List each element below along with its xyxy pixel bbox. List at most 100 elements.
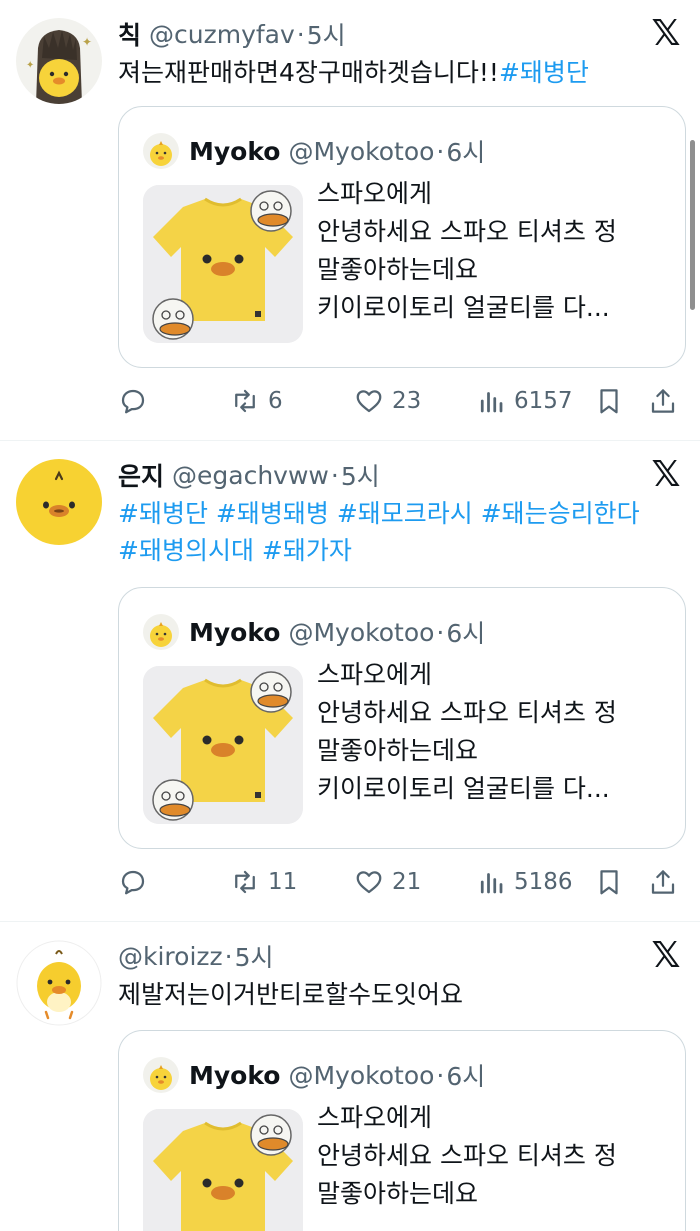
- hashtag[interactable]: #돼병단: [118, 499, 208, 528]
- separator-dot: ·: [296, 19, 305, 49]
- bookmark-button[interactable]: [594, 381, 624, 421]
- svg-text:✦: ✦: [82, 35, 92, 49]
- quote-tweet-card[interactable]: Myoko @Myokotoo · 6시 스파오에게 안녕하세요 스파오 티셔츠…: [118, 1030, 686, 1231]
- retweet-button[interactable]: 11: [230, 862, 297, 902]
- handle[interactable]: @kiroizz: [118, 942, 223, 971]
- tweet-text: 져는재판매하면4장구매하겟습니다!!#돼병단: [118, 54, 683, 91]
- views-icon: [480, 873, 503, 894]
- hashtag[interactable]: #돼병의시대: [118, 536, 254, 565]
- reply-button[interactable]: [118, 381, 156, 421]
- reply-button[interactable]: [118, 862, 156, 902]
- tweet-1[interactable]: ✦ ✦ 칙 @cuzmyfav · 5시 𝕏 져는재판매하면4장구매하겟습니다!…: [0, 0, 700, 440]
- bookmark-icon: [600, 870, 618, 895]
- quote-tweet-card[interactable]: Myoko @Myokotoo · 6시 스파오에게 안녕하세요 스파오 티셔츠…: [118, 587, 686, 849]
- quote-media-tshirt[interactable]: [143, 185, 303, 343]
- quote-text-line: 말좋아하는데요: [317, 736, 479, 765]
- quote-text: 스파오에게 안녕하세요 스파오 티셔츠 정 말좋아하는데요: [317, 1099, 657, 1213]
- tweet-text-plain: 져는재판매하면4장구매하겟습니다!!: [118, 58, 499, 87]
- avatar-kiroizz[interactable]: [16, 940, 102, 1026]
- quote-text-line: 안녕하세요 스파오 티셔츠 정: [317, 698, 617, 727]
- hashtag[interactable]: #돼모크라시: [337, 499, 473, 528]
- hashtag[interactable]: #돼는승리한다: [481, 499, 640, 528]
- action-bar: 6 23 6157: [118, 381, 684, 421]
- x-logo-icon[interactable]: 𝕏: [650, 16, 682, 52]
- action-bar: 11 21 5186: [118, 862, 684, 902]
- quote-timestamp: 6시: [446, 138, 486, 167]
- share-button[interactable]: [648, 381, 678, 421]
- quote-display-name: Myoko: [189, 136, 281, 166]
- like-button[interactable]: 23: [354, 381, 421, 421]
- separator-dot: ·: [436, 136, 445, 166]
- quote-text-line: 말좋아하는데요: [317, 1179, 479, 1208]
- quote-text-line: 안녕하세요 스파오 티셔츠 정: [317, 217, 617, 246]
- svg-text:✦: ✦: [26, 60, 34, 71]
- quote-media-tshirt[interactable]: [143, 666, 303, 824]
- tweet-2[interactable]: 은지 @egachvww · 5시 𝕏 #돼병단 #돼병돼병 #돼모크라시 #돼…: [0, 441, 700, 921]
- quote-timestamp: 6시: [446, 619, 486, 648]
- tweet-text: #돼병단 #돼병돼병 #돼모크라시 #돼는승리한다 #돼병의시대 #돼가자: [118, 495, 683, 569]
- display-name[interactable]: 은지: [118, 457, 164, 493]
- quote-handle: @Myokotoo: [288, 617, 435, 647]
- reply-icon: [121, 870, 145, 895]
- tweet-header: 칙 @cuzmyfav · 5시: [118, 16, 346, 52]
- reply-icon: [121, 389, 145, 414]
- like-button[interactable]: 21: [354, 862, 421, 902]
- quote-display-name: Myoko: [189, 1060, 281, 1090]
- tweet-3[interactable]: @kiroizz · 5시 𝕏 제발저는이거반티로할수도잇어요 Myoko @M…: [0, 922, 700, 1231]
- views-count: 5186: [514, 869, 573, 895]
- bookmark-icon: [600, 389, 618, 414]
- like-count: 23: [392, 388, 422, 414]
- tweet-text: 제발저는이거반티로할수도잇어요: [118, 976, 683, 1013]
- avatar-cuzmyfav[interactable]: ✦ ✦: [16, 18, 102, 104]
- handle[interactable]: @egachvww: [172, 461, 329, 490]
- views-button[interactable]: 5186: [476, 862, 573, 902]
- like-icon: [356, 871, 382, 894]
- quote-header: Myoko @Myokotoo · 6시: [143, 1055, 485, 1095]
- timestamp[interactable]: 5시: [235, 938, 274, 974]
- tweet-header: @kiroizz · 5시: [118, 938, 274, 974]
- tweet-header: 은지 @egachvww · 5시: [118, 457, 380, 493]
- share-button[interactable]: [648, 862, 678, 902]
- quote-text-line: 키이로이토리 얼굴티를 다...: [317, 293, 610, 322]
- quote-text-line: 안녕하세요 스파오 티셔츠 정: [317, 1141, 617, 1170]
- retweet-count: 6: [268, 388, 283, 414]
- hashtag[interactable]: #돼병단: [499, 58, 589, 87]
- quote-handle: @Myokotoo: [288, 1060, 435, 1090]
- timestamp[interactable]: 5시: [307, 16, 346, 52]
- quote-header: Myoko @Myokotoo · 6시: [143, 131, 485, 171]
- hashtag[interactable]: #돼가자: [262, 536, 352, 565]
- views-button[interactable]: 6157: [476, 381, 573, 421]
- retweet-icon: [235, 870, 255, 894]
- tweet-text-plain: 제발저는이거반티로할수도잇어요: [118, 980, 464, 1009]
- separator-dot: ·: [436, 617, 445, 647]
- quote-text-line: 스파오에게: [317, 1103, 433, 1132]
- bookmark-button[interactable]: [594, 862, 624, 902]
- hashtag[interactable]: #돼병돼병: [216, 499, 329, 528]
- views-icon: [480, 392, 503, 413]
- quote-media-tshirt[interactable]: [143, 1109, 303, 1231]
- quote-tweet-card[interactable]: Myoko @Myokotoo · 6시 스파오에게 안녕하세요 스파오 티셔츠…: [118, 106, 686, 368]
- quote-text: 스파오에게 안녕하세요 스파오 티셔츠 정 말좋아하는데요 키이로이토리 얼굴티…: [317, 656, 657, 808]
- quote-text-line: 스파오에게: [317, 179, 433, 208]
- x-logo-icon[interactable]: 𝕏: [650, 938, 682, 974]
- display-name[interactable]: 칙: [118, 16, 141, 52]
- retweet-button[interactable]: 6: [230, 381, 283, 421]
- like-count: 21: [392, 869, 422, 895]
- quote-timestamp: 6시: [446, 1062, 486, 1091]
- timestamp[interactable]: 5시: [341, 457, 380, 493]
- quote-text-line: 스파오에게: [317, 660, 433, 689]
- retweet-icon: [235, 389, 255, 413]
- share-icon: [651, 870, 675, 894]
- views-count: 6157: [514, 388, 573, 414]
- scrollbar[interactable]: [690, 140, 695, 310]
- quote-header: Myoko @Myokotoo · 6시: [143, 612, 485, 652]
- separator-dot: ·: [330, 460, 339, 490]
- quote-text-line: 말좋아하는데요: [317, 255, 479, 284]
- x-logo-icon[interactable]: 𝕏: [650, 457, 682, 493]
- quote-handle: @Myokotoo: [288, 136, 435, 166]
- quote-display-name: Myoko: [189, 617, 281, 647]
- handle[interactable]: @cuzmyfav: [149, 20, 295, 49]
- retweet-count: 11: [268, 869, 298, 895]
- avatar-egachvww[interactable]: [16, 459, 102, 545]
- quote-text: 스파오에게 안녕하세요 스파오 티셔츠 정 말좋아하는데요 키이로이토리 얼굴티…: [317, 175, 657, 327]
